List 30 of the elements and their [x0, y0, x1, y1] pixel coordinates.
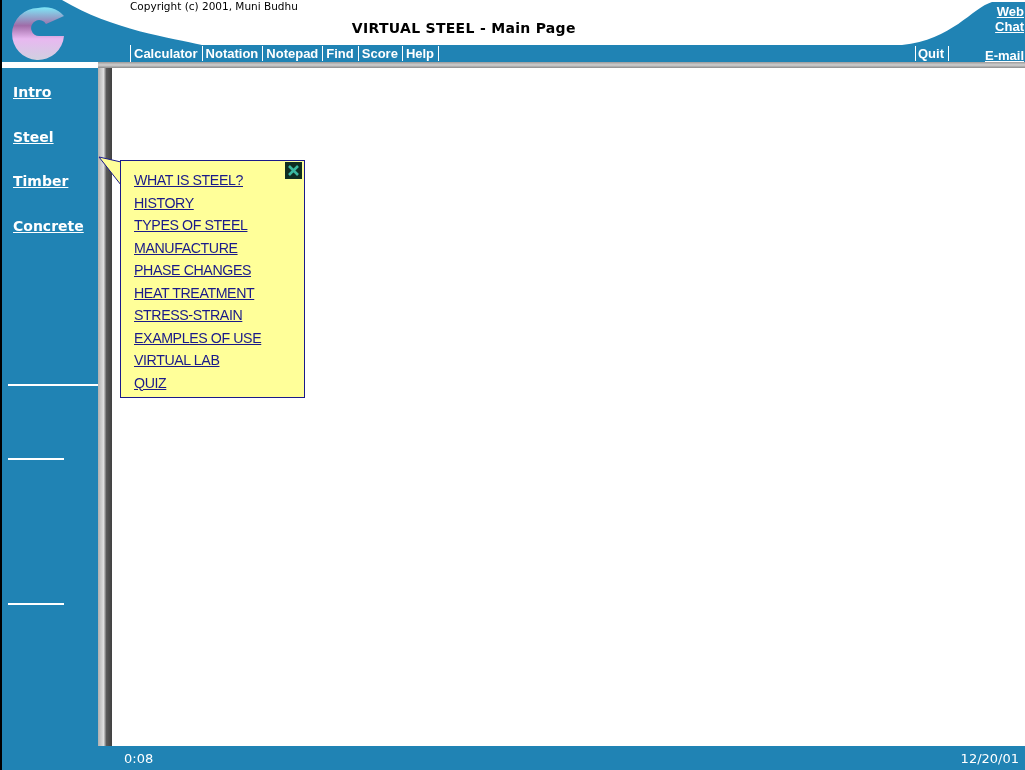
date-text: 12/20/01 — [960, 749, 1019, 768]
toolbar-link[interactable]: Notation — [202, 46, 264, 61]
toolbar-link[interactable]: Find — [323, 46, 359, 61]
sidebar-link[interactable]: Intro — [13, 82, 98, 127]
toolbar-link[interactable]: Score — [358, 46, 403, 61]
page-title: VIRTUAL STEEL - Main Page — [351, 19, 576, 38]
popup-link[interactable]: STRESS-STRAIN — [134, 304, 304, 327]
toolbar-link[interactable]: Notepad — [263, 46, 324, 61]
sidebar-link[interactable]: Timber — [13, 171, 98, 216]
popup-link[interactable]: TYPES OF STEEL — [134, 214, 304, 237]
sidebar-link[interactable]: Steel — [13, 126, 98, 171]
toolbar-link[interactable]: Calculator — [131, 46, 203, 61]
sidebar-link[interactable]: Concrete — [13, 215, 98, 260]
popup-link[interactable]: HISTORY — [134, 191, 304, 214]
popup-link[interactable]: EXAMPLES OF USE — [134, 326, 304, 349]
close-icon — [288, 165, 299, 176]
popup-link[interactable]: MANUFACTURE — [134, 236, 304, 259]
popup-link[interactable]: PHASE CHANGES — [134, 259, 304, 282]
popup-link[interactable]: WHAT IS STEEL? — [134, 169, 304, 192]
quit-link[interactable]: Quit — [915, 46, 949, 61]
side-link[interactable]: E-mail — [985, 48, 1025, 63]
side-link[interactable]: Chat — [995, 19, 1025, 34]
popup-link[interactable]: HEAT TREATMENT — [134, 281, 304, 304]
popup-link[interactable]: VIRTUAL LAB — [134, 349, 304, 372]
side-link[interactable]: Web — [996, 4, 1025, 19]
copyright-text: Copyright (c) 2001, Muni Budhu — [130, 0, 298, 14]
toolbar-link[interactable]: Help — [402, 46, 440, 61]
close-button[interactable] — [285, 162, 302, 179]
timer-text: 0:08 — [124, 749, 154, 768]
popup-link[interactable]: QUIZ — [134, 371, 304, 394]
